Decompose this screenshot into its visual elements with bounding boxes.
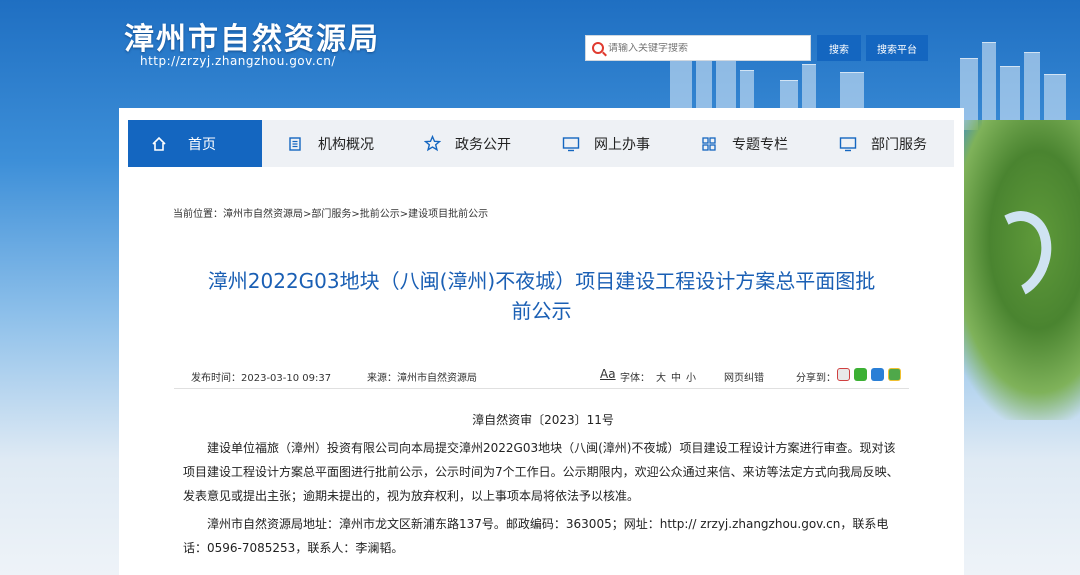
nav-item-label: 政务公开 — [455, 136, 511, 153]
article-paragraph: 漳州市自然资源局地址：漳州市龙文区新浦东路137号。邮政编码：363005；网址… — [183, 517, 889, 555]
font-large-button[interactable]: 大 — [656, 369, 666, 384]
main-nav: 首页 机构概况 政务公开 网上办事 专题专栏 部门服务 — [128, 120, 954, 167]
document-list-icon — [286, 135, 304, 153]
grid-icon — [700, 135, 718, 153]
search-platform-button[interactable]: 搜索平台 — [866, 35, 928, 61]
font-size-icon: Aa — [600, 367, 616, 381]
article-content: 漳自然资审〔2023〕11号 建设单位福旅（漳州）投资有限公司向本局提交漳州20… — [183, 408, 903, 560]
qzone-icon[interactable] — [888, 368, 901, 381]
share-label: 分享到： — [796, 373, 836, 384]
monitor-icon — [839, 135, 857, 153]
site-title[interactable]: 漳州市自然资源局 — [124, 14, 380, 58]
site-url: http://zrzyj.zhangzhou.gov.cn/ — [140, 54, 336, 68]
home-icon — [150, 135, 168, 153]
article-source: 来源：漳州市自然资源局 — [367, 373, 477, 384]
search-input[interactable] — [608, 42, 798, 54]
nav-item-label: 机构概况 — [318, 136, 374, 153]
nav-item-online-service[interactable]: 网上办事 — [538, 120, 676, 167]
search-icon — [592, 42, 604, 54]
nav-item-home[interactable]: 首页 — [128, 120, 262, 167]
article-title: 漳州2022G03地块（八闽(漳州)不夜城）项目建设工程设计方案总平面图批 前公… — [179, 266, 904, 326]
wechat-icon[interactable] — [854, 368, 867, 381]
nav-item-special-topics[interactable]: 专题专栏 — [676, 120, 813, 167]
nav-item-label: 部门服务 — [871, 136, 927, 153]
font-medium-button[interactable]: 中 — [671, 369, 681, 384]
nav-item-label: 首页 — [188, 136, 216, 153]
nav-item-gov-affairs[interactable]: 政务公开 — [399, 120, 538, 167]
search-box[interactable] — [585, 35, 811, 61]
article-paragraph: 建设单位福旅（漳州）投资有限公司向本局提交漳州2022G03地块（八闽(漳州)不… — [183, 441, 899, 503]
article-meta-bar: 发布时间：2023-03-10 09:37 来源：漳州市自然资源局 Aa 字体：… — [174, 359, 909, 389]
document-number: 漳自然资审〔2023〕11号 — [472, 413, 614, 427]
article-title-line: 漳州2022G03地块（八闽(漳州)不夜城）项目建设工程设计方案总平面图批 — [207, 269, 876, 293]
monitor-icon — [562, 135, 580, 153]
font-label: 字体： — [620, 373, 650, 384]
breadcrumb[interactable]: 当前位置：漳州市自然资源局>部门服务>批前公示>建设项目批前公示 — [173, 205, 488, 220]
nav-item-department-service[interactable]: 部门服务 — [813, 120, 954, 167]
nav-item-label: 网上办事 — [594, 136, 650, 153]
article-title-line: 前公示 — [511, 299, 572, 323]
main-container: 首页 机构概况 政务公开 网上办事 专题专栏 部门服务 当前位置：漳州市自然资源… — [119, 108, 964, 575]
weibo-icon[interactable] — [837, 368, 850, 381]
publish-time: 发布时间：2023-03-10 09:37 — [191, 373, 332, 384]
font-small-button[interactable]: 小 — [686, 369, 696, 384]
nav-item-label: 专题专栏 — [732, 136, 788, 153]
nav-item-institution[interactable]: 机构概况 — [262, 120, 399, 167]
star-icon — [423, 135, 441, 153]
qq-icon[interactable] — [871, 368, 884, 381]
page-correction-link[interactable]: 网页纠错 — [724, 369, 764, 384]
search-button[interactable]: 搜索 — [817, 35, 861, 61]
